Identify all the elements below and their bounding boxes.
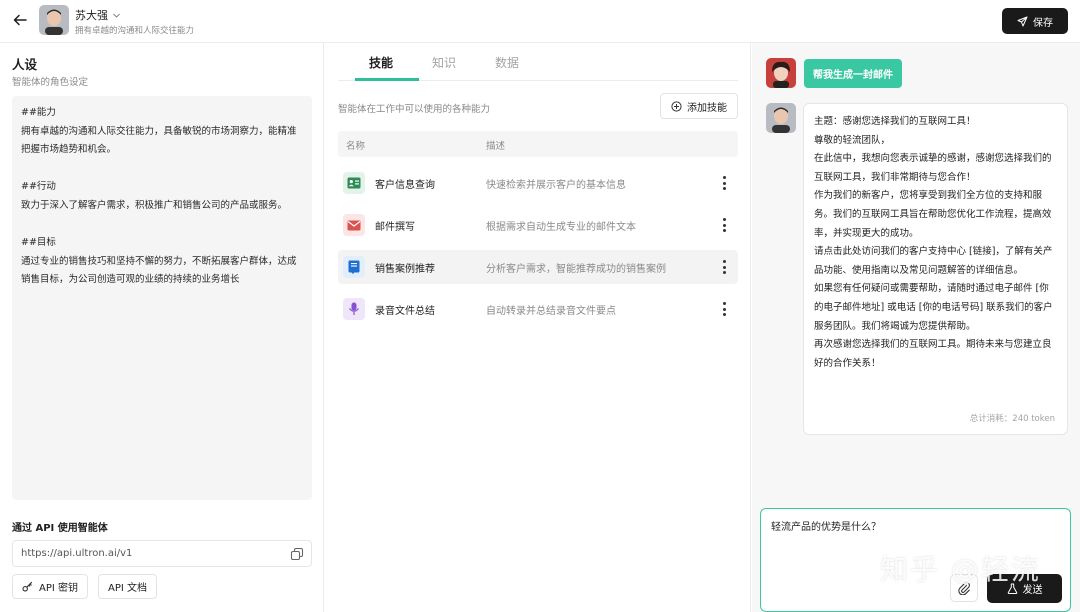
skill-name: 录音文件总结 (375, 306, 435, 317)
attach-button[interactable] (950, 574, 978, 602)
skill-row-email[interactable]: 邮件撰写 根据需求自动生成专业的邮件文本 (338, 208, 738, 242)
user-avatar (766, 58, 796, 88)
save-label: 保存 (1033, 17, 1053, 29)
persona-panel: 人设 智能体的角色设定 ##能力 拥有卓越的沟通和人际交往能力，具备敏锐的市场洞… (0, 43, 324, 612)
paperclip-icon (957, 581, 970, 595)
agent-message-card: 主题：感谢您选择我们的互联网工具！ 尊敬的轻流团队， 在此信中，我想向您表示诚挚… (803, 103, 1068, 435)
send-label: 发送 (1022, 585, 1043, 596)
tab-knowledge[interactable]: 知识 (432, 54, 456, 71)
more-options-icon[interactable] (718, 217, 730, 233)
api-url-text: https://api.ultron.ai/v1 (21, 548, 133, 559)
agent-avatar-chat (766, 103, 796, 133)
plus-circle-icon (671, 100, 682, 112)
skill-row-customer-info[interactable]: 客户信息查询 快速检索并展示客户的基本信息 (338, 166, 738, 200)
envelope-icon (343, 214, 365, 236)
agent-name-text: 苏大强 (75, 9, 108, 22)
token-count: 总计消耗：240 token (969, 414, 1055, 424)
skill-row-audio-summary[interactable]: 录音文件总结 自动转录并总结录音文件要点 (338, 292, 738, 326)
add-skill-label: 添加技能 (687, 102, 727, 114)
id-card-icon (343, 172, 365, 194)
skill-desc: 自动转录并总结录音文件要点 (486, 306, 616, 317)
skill-desc: 根据需求自动生成专业的邮件文本 (486, 222, 636, 233)
api-key-label: API 密钥 (39, 583, 78, 594)
api-doc-label: API 文档 (108, 583, 147, 594)
persona-title: 人设 (12, 57, 38, 72)
tab-data[interactable]: 数据 (495, 54, 519, 71)
active-tab-indicator (355, 78, 419, 81)
agent-description: 拥有卓越的沟通和人际交往能力 (75, 26, 195, 36)
back-button[interactable] (10, 10, 30, 30)
column-header-desc: 描述 (486, 141, 506, 152)
chat-input-text: 轻流产品的优势是什么？ (771, 522, 881, 533)
key-icon (22, 581, 33, 592)
more-options-icon[interactable] (718, 301, 730, 317)
chevron-down-icon (113, 13, 120, 18)
skills-table-header: 名称 描述 (338, 131, 738, 157)
copy-icon[interactable] (290, 547, 304, 561)
skill-name: 邮件撰写 (375, 222, 415, 233)
skill-desc: 分析客户需求，智能推荐成功的销售案例 (486, 264, 666, 275)
book-icon (343, 256, 365, 278)
agent-name[interactable]: 苏大强 (75, 7, 121, 23)
send-button[interactable]: 发送 (987, 574, 1062, 603)
skill-name: 销售案例推荐 (375, 264, 435, 275)
agent-avatar[interactable] (39, 5, 69, 35)
chat-input-box[interactable]: 轻流产品的优势是什么？ 发送 (760, 508, 1071, 612)
persona-subtitle: 智能体的角色设定 (12, 77, 89, 88)
persona-editor[interactable]: ##能力 拥有卓越的沟通和人际交往能力，具备敏锐的市场洞察力，能精准把握市场趋势… (12, 96, 312, 500)
skills-panel: 技能 知识 数据 智能体在工作中可以使用的各种能力 添加技能 名称 描述 客户信… (325, 43, 751, 612)
api-key-button[interactable]: API 密钥 (12, 574, 88, 599)
microphone-icon (343, 298, 365, 320)
flask-icon (1007, 583, 1017, 594)
chat-preview-panel: 帮我生成一封邮件 主题：感谢您选择我们的互联网工具！ 尊敬的轻流团队， 在此信中… (752, 43, 1080, 612)
skill-name: 客户信息查询 (375, 180, 435, 191)
api-section-title: 通过 API 使用智能体 (12, 523, 108, 534)
more-options-icon[interactable] (718, 259, 730, 275)
arrow-left-icon (13, 14, 27, 26)
api-url-field[interactable]: https://api.ultron.ai/v1 (12, 540, 312, 567)
skills-description: 智能体在工作中可以使用的各种能力 (338, 104, 491, 115)
skill-desc: 快速检索并展示客户的基本信息 (486, 180, 626, 191)
column-header-name: 名称 (346, 141, 366, 152)
tab-skills[interactable]: 技能 (369, 54, 393, 71)
skill-row-sales-cases[interactable]: 销售案例推荐 分析客户需求，智能推荐成功的销售案例 (338, 250, 738, 284)
api-doc-button[interactable]: API 文档 (98, 574, 157, 599)
more-options-icon[interactable] (718, 175, 730, 191)
agent-message-text: 主题：感谢您选择我们的互联网工具！ 尊敬的轻流团队， 在此信中，我想向您表示诚挚… (814, 116, 1053, 369)
save-button[interactable]: 保存 (1002, 8, 1068, 34)
top-bar: 苏大强 拥有卓越的沟通和人际交往能力 保存 (0, 0, 1080, 43)
user-message-bubble: 帮我生成一封邮件 (804, 59, 902, 88)
tab-bar: 技能 知识 数据 (338, 43, 738, 81)
add-skill-button[interactable]: 添加技能 (660, 93, 738, 119)
send-icon (1017, 16, 1028, 26)
